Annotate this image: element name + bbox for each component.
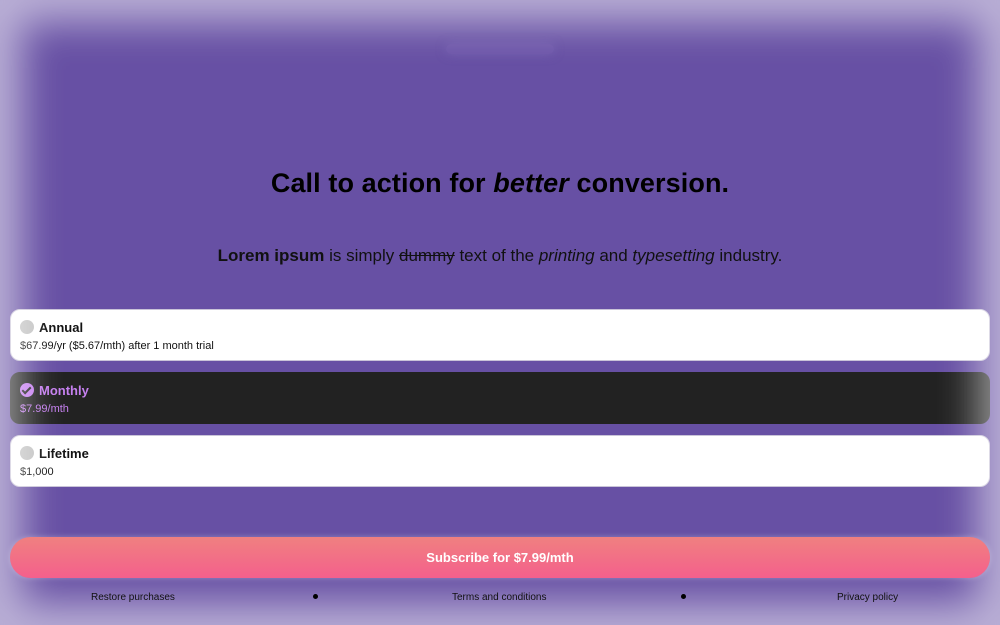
plan-title: Annual (39, 320, 84, 335)
plan-title: Monthly (39, 383, 89, 398)
plan-price: $67.99/yr ($5.67/mth) after 1 month tria… (20, 340, 214, 352)
restore-purchases-link[interactable]: Restore purchases (91, 592, 175, 603)
radio-unselected-icon[interactable] (20, 320, 34, 334)
plan-price: $1,000 (20, 466, 54, 478)
checkmark-selected-icon[interactable] (20, 383, 34, 397)
privacy-policy-link[interactable]: Privacy policy (837, 592, 898, 603)
plan-title: Lifetime (39, 446, 89, 461)
plan-option-annual[interactable]: Annual $67.99/yr ($5.67/mth) after 1 mon… (10, 309, 990, 361)
plan-option-lifetime[interactable]: Lifetime $1,000 (10, 435, 990, 487)
page-subtitle: Lorem ipsum is simply dummy text of the … (217, 246, 783, 265)
separator-dot (313, 594, 318, 599)
drag-handle[interactable] (446, 44, 554, 54)
page-headline: Call to action for better conversion. (270, 168, 730, 198)
plan-option-monthly[interactable]: Monthly $7.99/mth (10, 372, 990, 424)
plan-price: $7.99/mth (20, 403, 69, 415)
subscribe-button[interactable]: Subscribe for $7.99/mth (10, 537, 990, 578)
terms-link[interactable]: Terms and conditions (452, 592, 547, 603)
separator-dot (681, 594, 686, 599)
radio-unselected-icon[interactable] (20, 446, 34, 460)
